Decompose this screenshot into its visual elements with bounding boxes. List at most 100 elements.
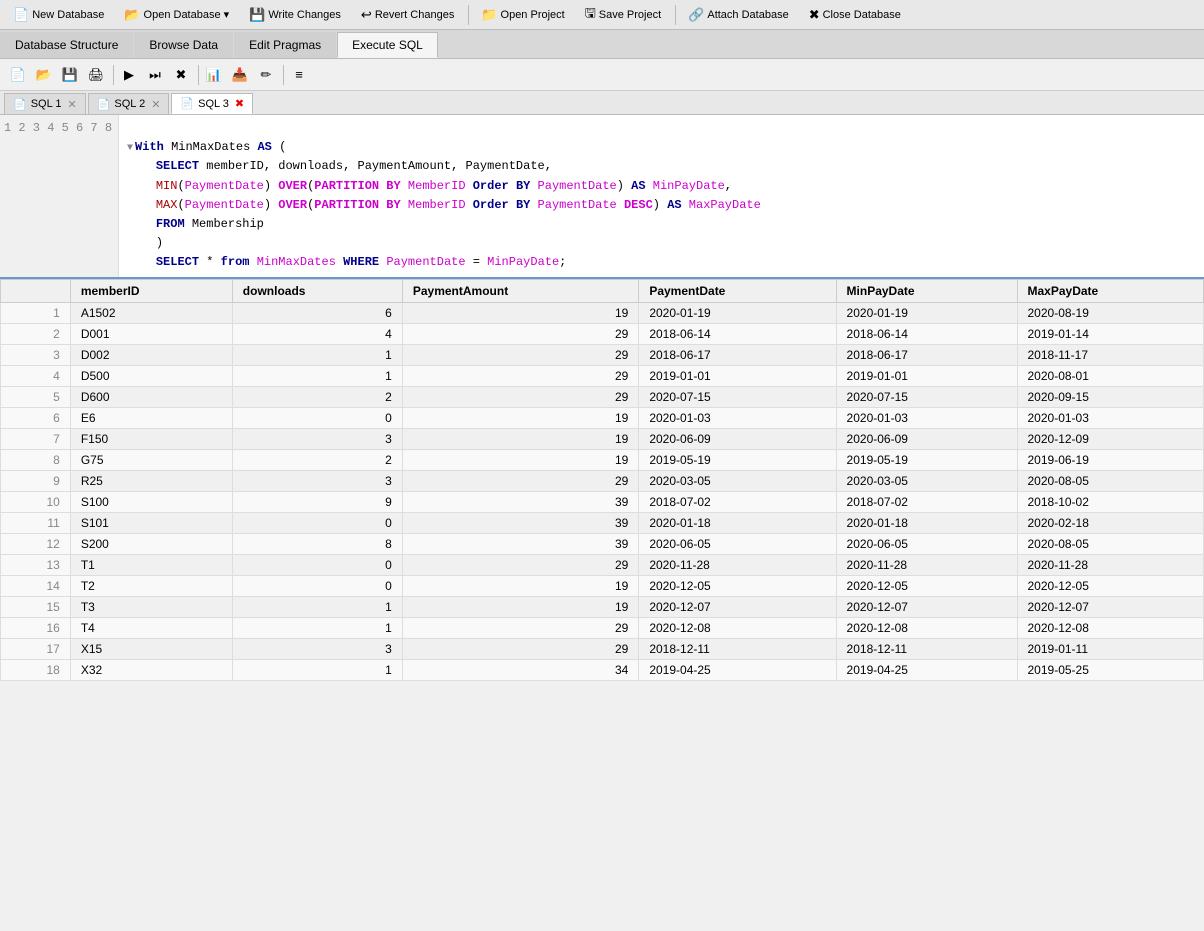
cell-downloads: 1 — [232, 344, 402, 365]
code-line-2: ▼With MinMaxDates AS ( — [127, 140, 286, 154]
cell-memberid: D500 — [70, 365, 232, 386]
cell-downloads: 0 — [232, 554, 402, 575]
cell-paymentamount: 19 — [402, 407, 638, 428]
results-table: memberIDdownloadsPaymentAmountPaymentDat… — [0, 279, 1204, 681]
cell-minpaydate: 2018-06-17 — [836, 344, 1017, 365]
row-number: 16 — [1, 617, 71, 638]
cell-paymentdate: 2019-05-19 — [639, 449, 836, 470]
cell-paymentamount: 29 — [402, 365, 638, 386]
cell-memberid: D002 — [70, 344, 232, 365]
import-icon[interactable]: 📥 — [228, 63, 252, 87]
save-project-btn[interactable]: 🖫Save Project — [576, 1, 670, 29]
icon-separator-10 — [283, 65, 284, 85]
open-database-btn[interactable]: 📂Open Database ▾ — [115, 4, 238, 26]
cell-memberid: D600 — [70, 386, 232, 407]
edit-icon[interactable]: ✏ — [254, 63, 278, 87]
cell-maxpaydate: 2020-08-01 — [1017, 365, 1204, 386]
open-project-btn[interactable]: 📁Open Project — [472, 4, 573, 26]
table-row: 16T41292020-12-082020-12-082020-12-08 — [1, 617, 1204, 638]
table-row: 6E60192020-01-032020-01-032020-01-03 — [1, 407, 1204, 428]
main-tab-browse-data[interactable]: Browse Data — [134, 32, 233, 58]
icon-separator-4 — [113, 65, 114, 85]
cell-paymentdate: 2020-07-15 — [639, 386, 836, 407]
code-line-6: FROM Membership — [127, 217, 264, 231]
comment-icon[interactable]: ≡ — [287, 63, 311, 87]
cell-paymentamount: 29 — [402, 470, 638, 491]
row-number: 12 — [1, 533, 71, 554]
cell-paymentdate: 2019-01-01 — [639, 365, 836, 386]
cell-paymentamount: 29 — [402, 638, 638, 659]
cell-memberid: S101 — [70, 512, 232, 533]
cell-memberid: E6 — [70, 407, 232, 428]
col-header-maxpaydate: MaxPayDate — [1017, 279, 1204, 302]
col-header-paymentamount: PaymentAmount — [402, 279, 638, 302]
cell-minpaydate: 2018-07-02 — [836, 491, 1017, 512]
print-sql-icon[interactable]: 🖨 — [84, 63, 108, 87]
open-sql-icon[interactable]: 📂 — [32, 63, 56, 87]
cell-memberid: F150 — [70, 428, 232, 449]
main-tab-database-structure[interactable]: Database Structure — [0, 32, 133, 58]
main-tab-edit-pragmas[interactable]: Edit Pragmas — [234, 32, 336, 58]
cell-minpaydate: 2020-11-28 — [836, 554, 1017, 575]
cell-maxpaydate: 2020-12-05 — [1017, 575, 1204, 596]
cell-maxpaydate: 2020-12-07 — [1017, 596, 1204, 617]
sql-tab-sql-1[interactable]: 📄SQL 1✕ — [4, 93, 86, 114]
table-row: 7F1503192020-06-092020-06-092020-12-09 — [1, 428, 1204, 449]
sql-tab-close[interactable]: ✕ — [67, 98, 76, 111]
new-database-btn[interactable]: 📄New Database — [4, 4, 113, 26]
code-area[interactable]: ▼With MinMaxDates AS ( SELECT memberID, … — [119, 115, 1204, 277]
cell-memberid: G75 — [70, 449, 232, 470]
clear-icon[interactable]: ✖ — [169, 63, 193, 87]
write-changes-btn[interactable]: 💾Write Changes — [240, 4, 350, 26]
stop-icon[interactable]: ⏭ — [143, 63, 167, 87]
save-sql-icon[interactable]: 💾 — [58, 63, 82, 87]
attach-database-btn[interactable]: 🔗Attach Database — [679, 4, 798, 26]
table-row: 15T31192020-12-072020-12-072020-12-07 — [1, 596, 1204, 617]
cell-paymentamount: 39 — [402, 491, 638, 512]
revert-changes-btn[interactable]: ↩Revert Changes — [352, 4, 463, 26]
sql-tab-sql-2[interactable]: 📄SQL 2✕ — [88, 93, 170, 114]
main-toolbar: 📄New Database📂Open Database ▾💾Write Chan… — [0, 0, 1204, 30]
cell-paymentdate: 2020-03-05 — [639, 470, 836, 491]
code-line-7: ) — [127, 236, 163, 250]
row-number: 1 — [1, 302, 71, 323]
cell-downloads: 8 — [232, 533, 402, 554]
sql-tab-close[interactable]: ✕ — [151, 98, 160, 111]
col-header-minpaydate: MinPayDate — [836, 279, 1017, 302]
write-changes-btn-icon: 💾 — [249, 7, 265, 23]
row-number: 7 — [1, 428, 71, 449]
row-number: 3 — [1, 344, 71, 365]
cell-paymentamount: 19 — [402, 428, 638, 449]
cell-downloads: 0 — [232, 407, 402, 428]
cell-memberid: T4 — [70, 617, 232, 638]
cell-maxpaydate: 2019-01-14 — [1017, 323, 1204, 344]
table-row: 14T20192020-12-052020-12-052020-12-05 — [1, 575, 1204, 596]
cell-paymentdate: 2020-12-07 — [639, 596, 836, 617]
cell-paymentdate: 2018-12-11 — [639, 638, 836, 659]
cell-paymentamount: 19 — [402, 302, 638, 323]
cell-downloads: 1 — [232, 365, 402, 386]
cell-maxpaydate: 2020-01-03 — [1017, 407, 1204, 428]
sql-tab-sql-3[interactable]: 📄SQL 3✖ — [171, 93, 253, 114]
cell-paymentdate: 2020-01-03 — [639, 407, 836, 428]
table-row: 11S1010392020-01-182020-01-182020-02-18 — [1, 512, 1204, 533]
table-row: 8G752192019-05-192019-05-192019-06-19 — [1, 449, 1204, 470]
main-tab-execute-sql[interactable]: Execute SQL — [337, 32, 438, 58]
attach-database-btn-icon: 🔗 — [688, 7, 704, 23]
cell-maxpaydate: 2019-01-11 — [1017, 638, 1204, 659]
cell-minpaydate: 2020-12-08 — [836, 617, 1017, 638]
cell-memberid: T1 — [70, 554, 232, 575]
table-row: 9R253292020-03-052020-03-052020-08-05 — [1, 470, 1204, 491]
new-sql-icon[interactable]: 📄 — [6, 63, 30, 87]
cell-paymentamount: 19 — [402, 596, 638, 617]
cell-paymentamount: 19 — [402, 575, 638, 596]
sql-tab-close[interactable]: ✖ — [235, 97, 244, 110]
cell-memberid: S200 — [70, 533, 232, 554]
cell-maxpaydate: 2020-12-09 — [1017, 428, 1204, 449]
export-icon[interactable]: 📊 — [202, 63, 226, 87]
close-database-btn[interactable]: ✖Close Database — [800, 4, 910, 26]
run-icon[interactable]: ▶ — [117, 63, 141, 87]
row-number: 9 — [1, 470, 71, 491]
main-tabs: Database StructureBrowse DataEdit Pragma… — [0, 30, 1204, 59]
row-number: 13 — [1, 554, 71, 575]
